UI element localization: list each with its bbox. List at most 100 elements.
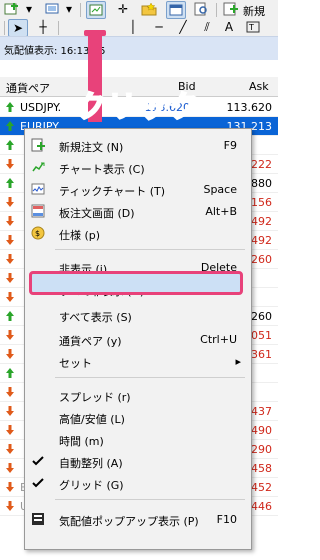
terminal-icon[interactable] [166, 1, 186, 19]
up-arrow-icon [5, 310, 15, 322]
toolbar-separator [4, 21, 5, 35]
cursor-arrow-icon[interactable]: ➤ [8, 19, 28, 37]
menu-item[interactable]: 高値/安値 (L) [25, 407, 251, 429]
tick-chart-icon [31, 182, 45, 196]
menu-item[interactable]: すべて表示 (S) [25, 305, 251, 327]
toolbar-separator [216, 3, 217, 17]
menu-item-label: 新規注文 (N) [59, 141, 124, 154]
data-window-icon[interactable]: ✛ [114, 1, 132, 17]
down-arrow-icon [5, 500, 15, 512]
menu-item[interactable]: 時間 (m) [25, 429, 251, 451]
menu-item[interactable]: セット ▸ [25, 351, 251, 373]
menu-item[interactable]: ティックチャート (T) Space [25, 179, 251, 201]
menu-item[interactable]: 通貨ペア (y) Ctrl+U [25, 329, 251, 351]
toolbar-row-1: ▾ ▾ ✛ 新規 [0, 1, 278, 19]
check-icon [31, 454, 45, 468]
down-arrow-icon [5, 272, 15, 284]
menu-separator [55, 249, 245, 250]
horizontal-line-icon[interactable]: ─ [150, 19, 168, 35]
menu-item-shortcut: F10 [216, 513, 237, 526]
menu-item-shortcut: Space [203, 183, 237, 196]
vertical-line-icon[interactable]: │ [124, 19, 142, 35]
svg-text:T: T [248, 23, 254, 32]
new-order-label[interactable]: 新規 [243, 3, 265, 19]
menu-item-label: 板注文画面 (D) [59, 207, 135, 220]
down-arrow-icon [5, 424, 15, 436]
annotation-label: クリック [75, 89, 200, 126]
toolbar-separator [58, 21, 59, 35]
submenu-arrow-icon: ▸ [235, 355, 241, 368]
new-chart-icon[interactable] [3, 1, 21, 17]
menu-item[interactable]: グリッド (G) [25, 473, 251, 495]
down-arrow-icon [5, 405, 15, 417]
menu-item[interactable]: $ 仕様 (p) [25, 223, 251, 245]
strategy-tester-icon[interactable] [192, 1, 210, 17]
down-arrow-icon [5, 291, 15, 303]
menu-item[interactable]: 板注文画面 (D) Alt+B [25, 201, 251, 223]
toolbar-row-2: ➤ ┼ │ ─ ╱ ⫽ A T [0, 19, 278, 37]
down-arrow-icon [5, 443, 15, 455]
menu-item[interactable]: 新規注文 (N) F9 [25, 135, 251, 157]
menu-item[interactable]: 自動整列 (A) [25, 451, 251, 473]
market-watch-icon[interactable] [86, 1, 106, 19]
row-ask: 113.620 [226, 101, 273, 114]
down-arrow-icon [5, 462, 15, 474]
equidistant-channel-icon[interactable]: ⫽ [198, 19, 216, 35]
new-order-icon[interactable] [222, 1, 240, 17]
check-icon [31, 476, 45, 490]
dropdown-arrow-icon[interactable]: ▾ [60, 1, 78, 17]
menu-item-shortcut: Alt+B [205, 205, 237, 218]
toolbar-separator [80, 3, 81, 17]
menu-item-label: 気配値ポップアップ表示 (P) [59, 515, 199, 528]
crosshair-icon[interactable]: ┼ [34, 19, 52, 35]
new-order-icon [31, 138, 45, 152]
down-arrow-icon [5, 386, 15, 398]
down-arrow-icon [5, 329, 15, 341]
menu-item-label: グリッド (G) [59, 479, 124, 492]
row-symbol: USDJPY. [20, 101, 62, 114]
menu-item-label: 仕様 (p) [59, 229, 101, 242]
col-ask-header[interactable]: Ask [249, 80, 269, 93]
menu-item-label: 時間 (m) [59, 435, 104, 448]
menu-item-label: チャート表示 (C) [59, 163, 145, 176]
text-label-icon[interactable]: T [244, 19, 262, 35]
menu-item-shortcut: F9 [223, 139, 237, 152]
menu-item-label: スプレッド (r) [59, 391, 131, 404]
menu-item[interactable]: スプレッド (r) [25, 385, 251, 407]
down-arrow-icon [5, 253, 15, 265]
down-arrow-icon [5, 348, 15, 360]
chart-window-icon [31, 160, 45, 174]
menu-item-label: 高値/安値 (L) [59, 413, 125, 426]
menu-item-highlight-frame [29, 271, 243, 295]
menu-separator [55, 377, 245, 378]
menu-item-shortcut: Ctrl+U [200, 333, 237, 346]
context-menu: 新規注文 (N) F9 チャート表示 (C) ティックチャート (T) Space 板注文… [24, 128, 252, 550]
down-arrow-icon [5, 234, 15, 246]
down-arrow-icon [5, 481, 15, 493]
up-arrow-icon [5, 177, 15, 189]
menu-item-label: すべて表示 (S) [59, 311, 132, 324]
popup-prices-icon [31, 512, 45, 526]
menu-item[interactable]: チャート表示 (C) [25, 157, 251, 179]
menu-item[interactable]: 気配値ポップアップ表示 (P) F10 [25, 509, 251, 531]
up-arrow-icon [5, 101, 15, 113]
up-arrow-icon [5, 367, 15, 379]
trendline-icon[interactable]: ╱ [174, 19, 192, 35]
depth-of-market-icon [31, 204, 45, 218]
market-watch-title-bar: 気配値表示: 16:13:35 [0, 36, 278, 60]
navigator-icon[interactable] [140, 1, 158, 17]
up-arrow-icon [5, 139, 15, 151]
menu-item-label: ティックチャート (T) [59, 185, 166, 198]
menu-separator [55, 499, 245, 500]
text-tool-icon[interactable]: A [220, 19, 238, 35]
col-symbol-header[interactable]: 通貨ペア [6, 80, 50, 96]
menu-item-label: 通貨ペア (y) [59, 335, 122, 348]
up-arrow-icon [5, 120, 15, 132]
svg-text:$: $ [35, 229, 40, 238]
down-arrow-icon [5, 215, 15, 227]
row-ask: 222 [251, 158, 272, 171]
menu-item-label: 自動整列 (A) [59, 457, 123, 470]
down-arrow-icon [5, 196, 15, 208]
specification-icon: $ [31, 226, 45, 240]
dropdown-arrow-icon[interactable]: ▾ [20, 1, 38, 17]
